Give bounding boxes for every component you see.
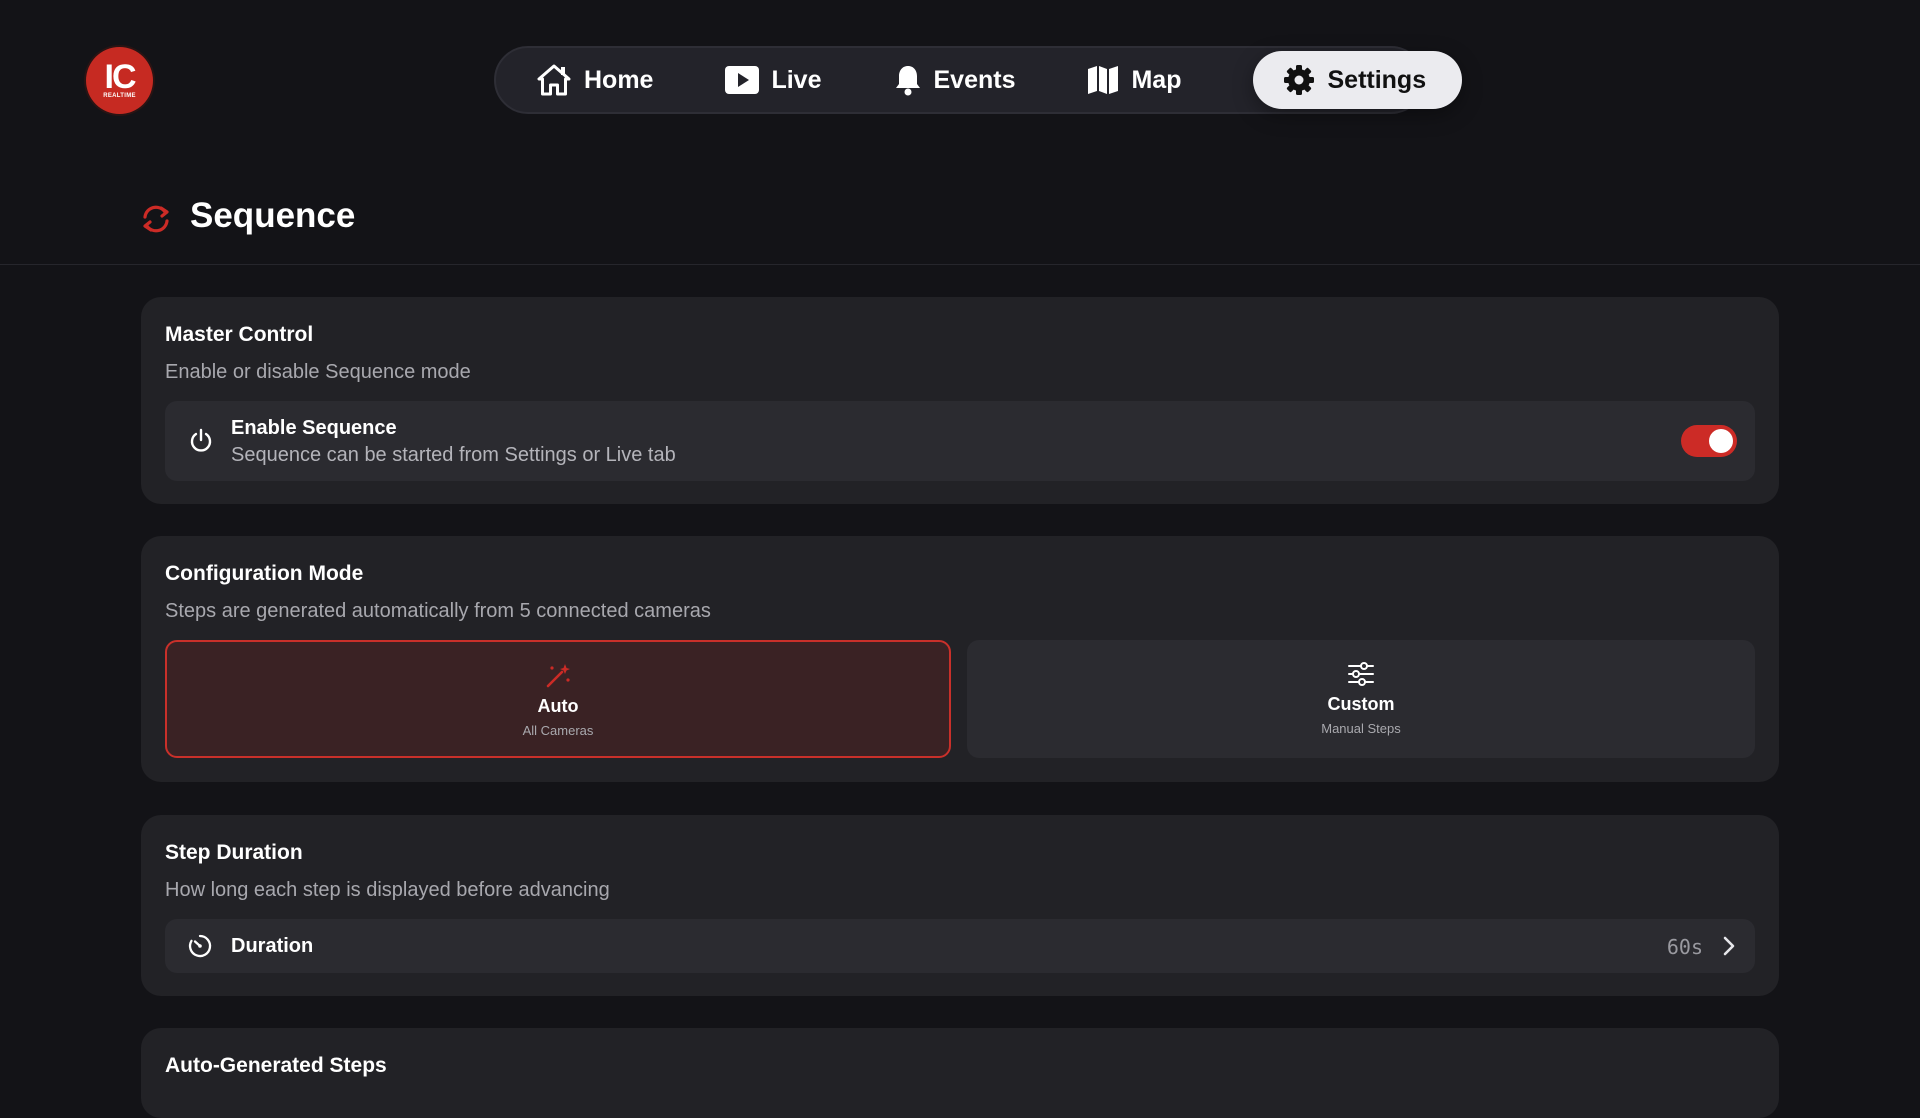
master-control-title: Master Control (165, 323, 314, 346)
power-icon (187, 427, 215, 460)
nav-live-label: Live (771, 65, 822, 94)
enable-sequence-label: Enable Sequence (231, 417, 397, 439)
nav-settings[interactable]: Settings (1253, 51, 1463, 109)
app-logo[interactable]: IC REALTIME (86, 47, 153, 114)
master-control-card: Master Control Enable or disable Sequenc… (141, 297, 1779, 504)
home-icon (536, 63, 572, 97)
auto-generated-steps-title: Auto-Generated Steps (165, 1054, 387, 1077)
toggle-knob (1709, 429, 1733, 453)
bell-icon (894, 64, 922, 96)
gear-icon (1283, 64, 1315, 96)
enable-sequence-row[interactable]: Enable Sequence Sequence can be started … (165, 401, 1755, 481)
nav-home[interactable]: Home (536, 51, 653, 109)
configuration-mode-subtitle: Steps are generated automatically from 5… (165, 600, 711, 622)
timer-icon (187, 933, 213, 964)
step-duration-title: Step Duration (165, 841, 303, 864)
main-nav: Home Live Events Map Settings (494, 46, 1463, 114)
mode-custom-option[interactable]: Custom Manual Steps (967, 640, 1755, 758)
page-header: Sequence (0, 160, 1920, 265)
step-duration-subtitle: How long each step is displayed before a… (165, 879, 610, 901)
enable-sequence-description: Sequence can be started from Settings or… (231, 444, 676, 466)
mode-custom-title: Custom (1327, 694, 1395, 714)
nav-settings-label: Settings (1327, 65, 1427, 94)
sliders-icon (1347, 660, 1375, 688)
mode-auto-title: Auto (537, 696, 579, 716)
sync-icon (139, 202, 173, 241)
master-control-subtitle: Enable or disable Sequence mode (165, 361, 471, 383)
nav-live[interactable]: Live (725, 51, 822, 109)
step-duration-card: Step Duration How long each step is disp… (141, 815, 1779, 996)
nav-map-label: Map (1131, 65, 1182, 94)
enable-sequence-toggle[interactable] (1681, 425, 1737, 457)
duration-row[interactable]: Duration 60s (165, 919, 1755, 973)
configuration-mode-card: Configuration Mode Steps are generated a… (141, 536, 1779, 782)
nav-home-label: Home (584, 65, 654, 94)
page-title: Sequence (190, 196, 356, 235)
mode-auto-option[interactable]: Auto All Cameras (165, 640, 951, 758)
chevron-right-icon (1719, 935, 1739, 962)
mode-auto-subtitle: All Cameras (522, 723, 594, 738)
duration-value: 60s (1666, 935, 1703, 959)
top-bar: IC REALTIME Home Live Events Map Setting… (0, 0, 1920, 160)
nav-map[interactable]: Map (1087, 51, 1181, 109)
nav-events-label: Events (933, 65, 1016, 94)
play-icon (725, 66, 760, 94)
map-icon (1087, 65, 1119, 95)
auto-generated-steps-card: Auto-Generated Steps (141, 1028, 1779, 1118)
duration-label: Duration (231, 935, 314, 957)
mode-custom-subtitle: Manual Steps (1321, 721, 1401, 736)
logo-subtext: REALTIME (103, 92, 136, 99)
configuration-mode-title: Configuration Mode (165, 562, 364, 585)
logo-mark: IC (104, 57, 137, 96)
magic-wand-icon (544, 662, 572, 690)
nav-events[interactable]: Events (894, 51, 1016, 109)
